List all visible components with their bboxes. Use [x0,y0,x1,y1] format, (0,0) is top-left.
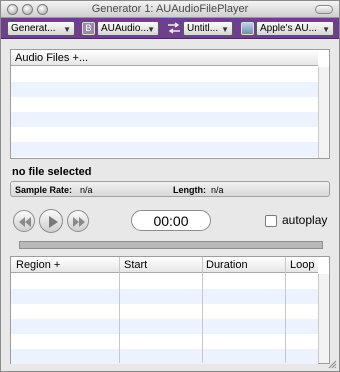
audio-files-header[interactable]: Audio Files +... [11,50,318,66]
autoplay-label[interactable]: autoplay [282,213,327,227]
vertical-scrollbar[interactable] [318,274,329,363]
chevron-down-icon: ▼ [63,25,71,34]
sample-rate-label: Sample Rate: [15,185,73,195]
column-header-duration[interactable]: Duration [206,259,248,271]
toolbar-toggle-button[interactable] [315,5,333,14]
file-status-label: no file selected [12,166,92,178]
chevron-down-icon: ▼ [322,25,330,34]
fast-forward-icon [73,217,85,227]
toolbar: Generat... ▼ B AUAudio... ▼ Untitl... ▼ … [1,18,339,39]
generator-popup-label: Generat... [11,23,56,34]
table-row[interactable] [11,319,318,334]
regions-table[interactable]: Region + Start Duration Loop [10,256,330,364]
preset-popup[interactable]: Untitl... ▼ [183,21,233,36]
chevron-down-icon: ▼ [147,25,155,34]
preset-switch-icon[interactable] [167,21,180,34]
table-row[interactable] [11,142,318,157]
preset-popup-label: Untitl... [187,23,219,34]
title-bar[interactable]: Generator 1: AUAudioFilePlayer [1,1,339,18]
au-bypass-icon[interactable]: B [82,22,95,35]
vertical-scrollbar[interactable] [318,67,329,158]
file-info-bar: Sample Rate: n/a Length: n/a [10,181,330,197]
chevron-down-icon: ▼ [221,25,229,34]
autoplay-checkbox[interactable] [265,215,277,227]
table-row[interactable] [11,67,318,82]
rewind-button[interactable] [13,210,35,232]
fast-forward-button[interactable] [67,210,89,232]
generator-popup[interactable]: Generat... ▼ [7,21,75,36]
table-row[interactable] [11,289,318,304]
column-divider [119,257,120,363]
rewind-icon [19,217,31,227]
window-icon[interactable] [241,22,254,35]
column-divider [202,257,203,363]
window-title: Generator 1: AUAudioFilePlayer [91,3,249,15]
column-divider [285,257,286,363]
au-window: Generator 1: AUAudioFilePlayer Generat..… [0,0,340,372]
regions-header: Region + Start Duration Loop [11,257,318,273]
au-popup-label: AUAudio... [101,23,149,34]
column-header-start[interactable]: Start [124,259,147,271]
sample-rate-value: n/a [80,185,93,195]
time-display: 00:00 [131,210,211,231]
column-header-loop[interactable]: Loop [290,259,314,271]
column-header-region[interactable]: Region + [16,259,60,271]
table-row[interactable] [11,127,318,142]
table-row[interactable] [11,349,318,364]
table-row[interactable] [11,112,318,127]
au-popup[interactable]: AUAudio... ▼ [97,21,159,36]
manufacturer-popup-label: Apple's AU... [260,23,317,34]
table-row[interactable] [11,97,318,112]
manufacturer-popup[interactable]: Apple's AU... ▼ [256,21,334,36]
length-value: n/a [211,185,224,195]
table-row[interactable] [11,82,318,97]
table-row[interactable] [11,304,318,319]
audio-files-table[interactable]: Audio Files +... [10,49,330,159]
play-button[interactable] [39,209,63,233]
resize-grip-icon[interactable] [327,359,337,369]
length-label: Length: [173,185,206,195]
play-icon [49,216,58,228]
table-row[interactable] [11,274,318,289]
table-row[interactable] [11,334,318,349]
playback-progress-bar[interactable] [19,241,323,249]
